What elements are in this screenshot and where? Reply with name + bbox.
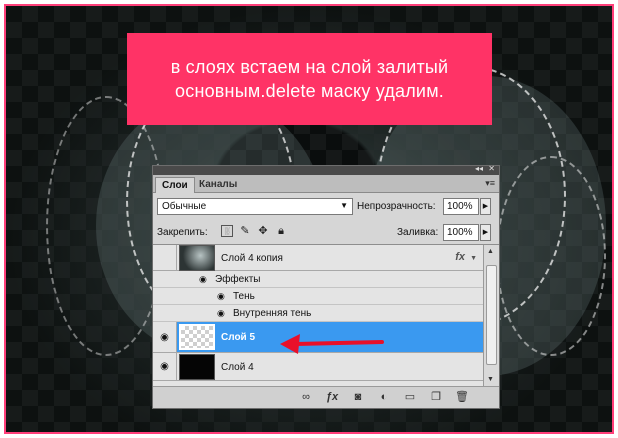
visibility-toggle[interactable] <box>153 245 177 270</box>
layers-list: Слой 4 копия fx ▼ ◉ Эффекты ◉ Тень ◉ Вну… <box>153 245 483 386</box>
eye-icon[interactable]: ◉ <box>217 308 229 319</box>
blend-mode-value: Обычные <box>162 201 207 212</box>
selection-marquee <box>46 96 166 356</box>
layer-thumbnail <box>179 245 215 271</box>
lock-all-icon[interactable]: 🔒︎ <box>275 225 287 237</box>
fill-input[interactable]: 100% <box>443 224 479 241</box>
eye-icon[interactable]: ◉ <box>217 291 229 302</box>
layer-name: Слой 5 <box>221 332 256 343</box>
effects-label: Эффекты <box>215 274 261 285</box>
blend-opacity-row: Обычные ▼ Непрозрачность: 100% ▶ <box>153 193 499 219</box>
fill-label: Заливка: <box>397 227 439 238</box>
chevron-down-icon[interactable]: ▼ <box>470 255 477 262</box>
blend-mode-select[interactable]: Обычные ▼ <box>157 198 353 215</box>
fill-slider-toggle[interactable]: ▶ <box>480 224 491 241</box>
effects-group: ◉ Эффекты <box>153 271 483 288</box>
opacity-slider-toggle[interactable]: ▶ <box>480 198 491 215</box>
effect-item[interactable]: ◉ Тень <box>153 288 483 305</box>
scroll-down-icon[interactable]: ▼ <box>487 376 494 383</box>
callout-line-1: в слоях встаем на слой залитый <box>170 57 449 77</box>
layer-row[interactable]: Слой 4 копия fx ▼ <box>153 245 483 271</box>
effect-drop-shadow-label: Тень <box>233 291 255 302</box>
selection-marquee <box>496 156 606 356</box>
lock-transparent-icon[interactable]: ░ <box>221 225 233 237</box>
panel-menu-icon[interactable]: ▾≡ <box>485 178 495 189</box>
close-icon[interactable]: ✕ <box>488 164 495 173</box>
lock-label: Закрепить: <box>157 227 208 238</box>
trash-icon[interactable]: 🗑︎ <box>455 391 469 404</box>
eye-icon[interactable]: ◉ <box>153 353 177 380</box>
new-layer-icon[interactable]: ❐ <box>429 391 443 404</box>
link-layers-icon[interactable]: ∞ <box>299 391 313 404</box>
add-mask-icon[interactable]: ◙ <box>351 391 365 404</box>
scrollbar-thumb[interactable] <box>486 265 497 365</box>
layer-thumbnail <box>179 354 215 380</box>
collapse-icon[interactable]: ◂◂ <box>475 164 483 173</box>
layer-row[interactable]: ◉ Слой 4 <box>153 353 483 381</box>
layers-scrollbar[interactable]: ▲ ▼ <box>483 245 499 386</box>
layers-panel: ◂◂ ✕ Слои Каналы ▾≡ Обычные ▼ Непрозрачн… <box>152 164 500 409</box>
adjustment-layer-icon[interactable]: ◐ <box>377 391 391 404</box>
tab-layers[interactable]: Слои <box>155 177 195 193</box>
fx-icon: fx <box>455 251 465 263</box>
panel-tabs: Слои Каналы ▾≡ <box>153 175 499 193</box>
fx-icon[interactable]: ƒx <box>325 391 339 404</box>
pointer-arrow <box>280 334 384 354</box>
panel-footer: ∞ ƒx ◙ ◐ ▭ ❐ 🗑︎ <box>153 386 499 408</box>
opacity-label: Непрозрачность: <box>357 201 436 212</box>
lock-image-icon[interactable]: ✎ <box>239 225 251 237</box>
chevron-down-icon: ▼ <box>340 201 348 210</box>
tab-channels[interactable]: Каналы <box>193 177 243 193</box>
new-group-icon[interactable]: ▭ <box>403 391 417 404</box>
lock-position-icon[interactable]: ✥ <box>257 225 269 237</box>
effect-inner-shadow-label: Внутренняя тень <box>233 308 312 319</box>
scroll-up-icon[interactable]: ▲ <box>487 248 494 255</box>
callout-line-2: основным.delete маску удалим. <box>175 81 444 101</box>
layer-thumbnail <box>179 324 215 350</box>
panel-titlebar[interactable]: ◂◂ ✕ <box>153 164 499 175</box>
instruction-callout: в слоях встаем на слой залитый основным.… <box>127 33 492 125</box>
eye-icon[interactable]: ◉ <box>153 322 177 352</box>
eye-icon[interactable]: ◉ <box>199 274 211 285</box>
layer-name: Слой 4 копия <box>221 253 283 264</box>
lock-fill-row: Закрепить: ░ ✎ ✥ 🔒︎ Заливка: 100% ▶ <box>153 219 499 245</box>
layer-name: Слой 4 <box>221 362 254 373</box>
effect-item[interactable]: ◉ Внутренняя тень <box>153 305 483 322</box>
opacity-input[interactable]: 100% <box>443 198 479 215</box>
